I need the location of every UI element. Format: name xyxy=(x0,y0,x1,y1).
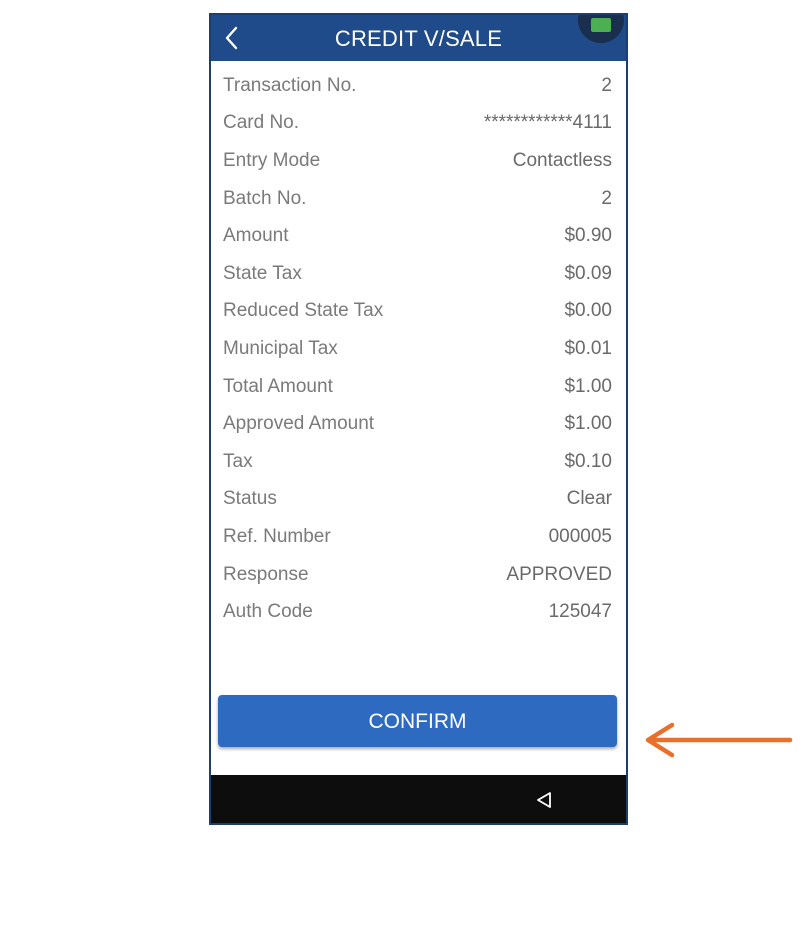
detail-label: Municipal Tax xyxy=(223,337,338,359)
arrow-left-icon xyxy=(645,722,793,758)
detail-value: Contactless xyxy=(512,149,612,171)
detail-row-auth-code: Auth Code 125047 xyxy=(223,593,612,631)
nav-back-button[interactable] xyxy=(535,791,553,809)
detail-row-batch-no: Batch No. 2 xyxy=(223,180,612,218)
detail-label: Total Amount xyxy=(223,375,333,397)
device-screen: CREDIT V/SALE Transaction No. 2 Card No.… xyxy=(209,13,628,825)
header-bar: CREDIT V/SALE xyxy=(211,15,626,61)
detail-label: Auth Code xyxy=(223,601,313,623)
detail-row-entry-mode: Entry Mode Contactless xyxy=(223,142,612,180)
detail-value: 000005 xyxy=(548,525,612,547)
detail-value: ************4111 xyxy=(483,112,612,134)
detail-value: $0.00 xyxy=(564,300,612,322)
detail-value: 2 xyxy=(601,187,612,209)
page: CREDIT V/SALE Transaction No. 2 Card No.… xyxy=(0,0,807,943)
detail-row-response: Response APPROVED xyxy=(223,556,612,594)
detail-value: $0.10 xyxy=(564,450,612,472)
detail-label: Entry Mode xyxy=(223,149,321,171)
confirm-button[interactable]: CONFIRM xyxy=(218,695,617,747)
transaction-details: Transaction No. 2 Card No. ************4… xyxy=(223,67,612,631)
detail-label: Batch No. xyxy=(223,187,307,209)
detail-row-card-no: Card No. ************4111 xyxy=(223,105,612,143)
detail-value: $0.09 xyxy=(564,262,612,284)
detail-value: Clear xyxy=(566,488,612,510)
triangle-back-icon xyxy=(537,792,551,808)
system-nav-bar xyxy=(211,775,626,823)
detail-label: Response xyxy=(223,563,309,585)
detail-label: Reduced State Tax xyxy=(223,300,384,322)
detail-row-state-tax: State Tax $0.09 xyxy=(223,255,612,293)
status-led-icon xyxy=(591,18,611,32)
detail-row-ref-number: Ref. Number 000005 xyxy=(223,518,612,556)
detail-label: Ref. Number xyxy=(223,525,331,547)
detail-label: Tax xyxy=(223,450,253,472)
detail-value: $1.00 xyxy=(564,413,612,435)
detail-value: APPROVED xyxy=(506,563,612,585)
detail-row-municipal-tax: Municipal Tax $0.01 xyxy=(223,330,612,368)
detail-value: 2 xyxy=(601,74,612,96)
detail-row-amount: Amount $0.90 xyxy=(223,217,612,255)
detail-row-reduced-state-tax: Reduced State Tax $0.00 xyxy=(223,293,612,331)
detail-row-status: Status Clear xyxy=(223,481,612,519)
detail-row-approved-amount: Approved Amount $1.00 xyxy=(223,405,612,443)
detail-value: $0.01 xyxy=(564,337,612,359)
detail-label: State Tax xyxy=(223,262,302,284)
detail-value: $0.90 xyxy=(564,225,612,247)
detail-label: Status xyxy=(223,488,277,510)
detail-label: Approved Amount xyxy=(223,413,375,435)
detail-value: 125047 xyxy=(548,601,612,623)
detail-label: Card No. xyxy=(223,112,300,134)
detail-row-transaction-no: Transaction No. 2 xyxy=(223,67,612,105)
detail-value: $1.00 xyxy=(564,375,612,397)
detail-row-tax: Tax $0.10 xyxy=(223,443,612,481)
detail-row-total-amount: Total Amount $1.00 xyxy=(223,368,612,406)
detail-label: Amount xyxy=(223,225,289,247)
detail-label: Transaction No. xyxy=(223,74,357,96)
page-title: CREDIT V/SALE xyxy=(334,26,503,51)
